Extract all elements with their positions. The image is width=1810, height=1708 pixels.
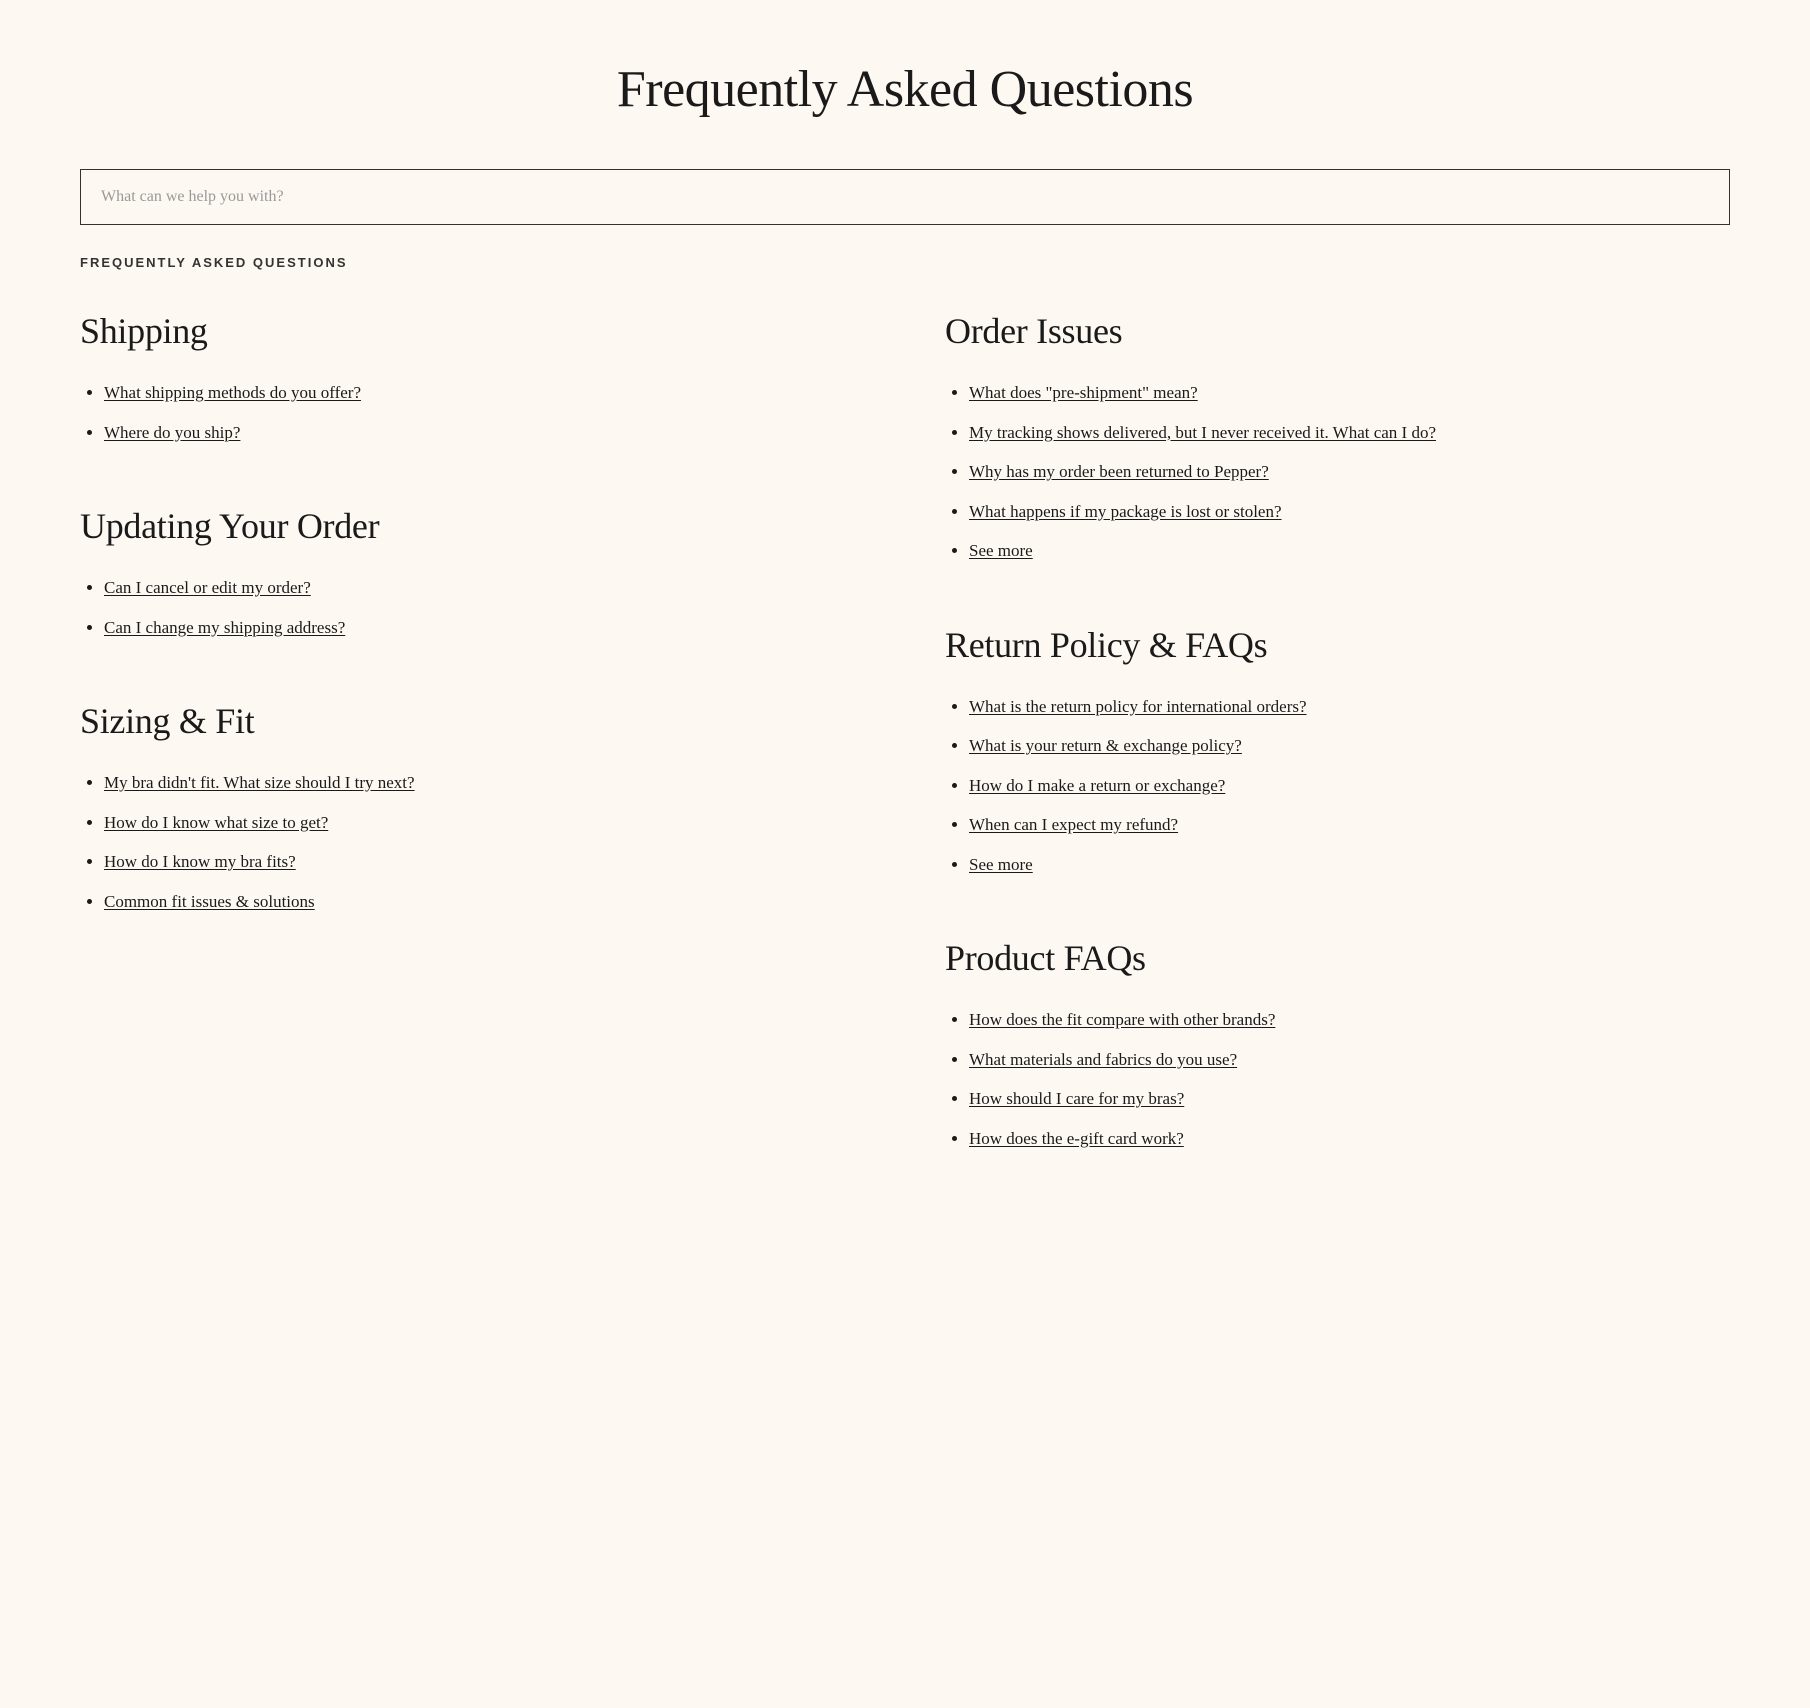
category-shipping: Shipping What shipping methods do you off…	[80, 310, 865, 445]
category-title-shipping: Shipping	[80, 310, 865, 352]
category-title-return-policy: Return Policy & FAQs	[945, 624, 1730, 666]
list-item: What happens if my package is lost or st…	[969, 499, 1730, 525]
faq-link[interactable]: How does the fit compare with other bran…	[969, 1010, 1275, 1029]
faq-link[interactable]: What is the return policy for internatio…	[969, 697, 1307, 716]
faq-link[interactable]: How should I care for my bras?	[969, 1089, 1184, 1108]
faq-link[interactable]: When can I expect my refund?	[969, 815, 1178, 834]
list-item: What does "pre-shipment" mean?	[969, 380, 1730, 406]
faq-link[interactable]: What materials and fabrics do you use?	[969, 1050, 1237, 1069]
faq-link[interactable]: What does "pre-shipment" mean?	[969, 383, 1198, 402]
list-item: What materials and fabrics do you use?	[969, 1047, 1730, 1073]
faq-link[interactable]: What happens if my package is lost or st…	[969, 502, 1282, 521]
faq-link[interactable]: Can I cancel or edit my order?	[104, 578, 311, 597]
search-wrapper	[80, 169, 1730, 225]
faq-link[interactable]: How do I make a return or exchange?	[969, 776, 1225, 795]
list-item: My bra didn't fit. What size should I tr…	[104, 770, 865, 796]
category-updating-order: Updating Your Order Can I cancel or edit …	[80, 505, 865, 640]
faq-list-shipping: What shipping methods do you offer? Where…	[80, 380, 865, 445]
faq-list-product-faqs: How does the fit compare with other bran…	[945, 1007, 1730, 1151]
faq-link[interactable]: What shipping methods do you offer?	[104, 383, 361, 402]
faq-link[interactable]: How do I know my bra fits?	[104, 852, 296, 871]
faq-link[interactable]: See more	[969, 541, 1033, 560]
list-item: Why has my order been returned to Pepper…	[969, 459, 1730, 485]
faq-link[interactable]: Common fit issues & solutions	[104, 892, 315, 911]
faq-link[interactable]: Can I change my shipping address?	[104, 618, 345, 637]
list-item: How do I make a return or exchange?	[969, 773, 1730, 799]
list-item: My tracking shows delivered, but I never…	[969, 420, 1730, 446]
faq-link[interactable]: How do I know what size to get?	[104, 813, 328, 832]
faq-link[interactable]: See more	[969, 855, 1033, 874]
category-title-product-faqs: Product FAQs	[945, 937, 1730, 979]
faq-grid: Shipping What shipping methods do you off…	[80, 310, 1730, 1211]
page-title: Frequently Asked Questions	[80, 0, 1730, 169]
list-item: Can I change my shipping address?	[104, 615, 865, 641]
category-sizing-fit: Sizing & Fit My bra didn't fit. What size…	[80, 700, 865, 914]
faq-list-order-issues: What does "pre-shipment" mean? My trackin…	[945, 380, 1730, 564]
list-item: When can I expect my refund?	[969, 812, 1730, 838]
list-item: What is your return & exchange policy?	[969, 733, 1730, 759]
category-title-order-issues: Order Issues	[945, 310, 1730, 352]
search-input[interactable]	[80, 169, 1730, 225]
category-title-sizing-fit: Sizing & Fit	[80, 700, 865, 742]
list-item: See more	[969, 538, 1730, 564]
category-order-issues: Order Issues What does "pre-shipment" mea…	[945, 310, 1730, 564]
list-item: How does the e-gift card work?	[969, 1126, 1730, 1152]
faq-list-return-policy: What is the return policy for internatio…	[945, 694, 1730, 878]
list-item: Where do you ship?	[104, 420, 865, 446]
faq-link[interactable]: How does the e-gift card work?	[969, 1129, 1184, 1148]
faq-list-updating-order: Can I cancel or edit my order? Can I chan…	[80, 575, 865, 640]
category-return-policy: Return Policy & FAQs What is the return p…	[945, 624, 1730, 878]
faq-link[interactable]: My tracking shows delivered, but I never…	[969, 423, 1436, 442]
faq-list-sizing-fit: My bra didn't fit. What size should I tr…	[80, 770, 865, 914]
list-item: What shipping methods do you offer?	[104, 380, 865, 406]
faq-link[interactable]: What is your return & exchange policy?	[969, 736, 1242, 755]
list-item: How do I know my bra fits?	[104, 849, 865, 875]
right-column: Order Issues What does "pre-shipment" mea…	[945, 310, 1730, 1211]
category-title-updating-order: Updating Your Order	[80, 505, 865, 547]
list-item: What is the return policy for internatio…	[969, 694, 1730, 720]
list-item: Can I cancel or edit my order?	[104, 575, 865, 601]
list-item: How should I care for my bras?	[969, 1086, 1730, 1112]
category-product-faqs: Product FAQs How does the fit compare wit…	[945, 937, 1730, 1151]
list-item: How do I know what size to get?	[104, 810, 865, 836]
section-label: FREQUENTLY ASKED QUESTIONS	[80, 255, 1730, 270]
faq-link[interactable]: My bra didn't fit. What size should I tr…	[104, 773, 415, 792]
list-item: Common fit issues & solutions	[104, 889, 865, 915]
left-column: Shipping What shipping methods do you off…	[80, 310, 865, 1211]
faq-link[interactable]: Why has my order been returned to Pepper…	[969, 462, 1269, 481]
list-item: How does the fit compare with other bran…	[969, 1007, 1730, 1033]
list-item: See more	[969, 852, 1730, 878]
faq-link[interactable]: Where do you ship?	[104, 423, 240, 442]
